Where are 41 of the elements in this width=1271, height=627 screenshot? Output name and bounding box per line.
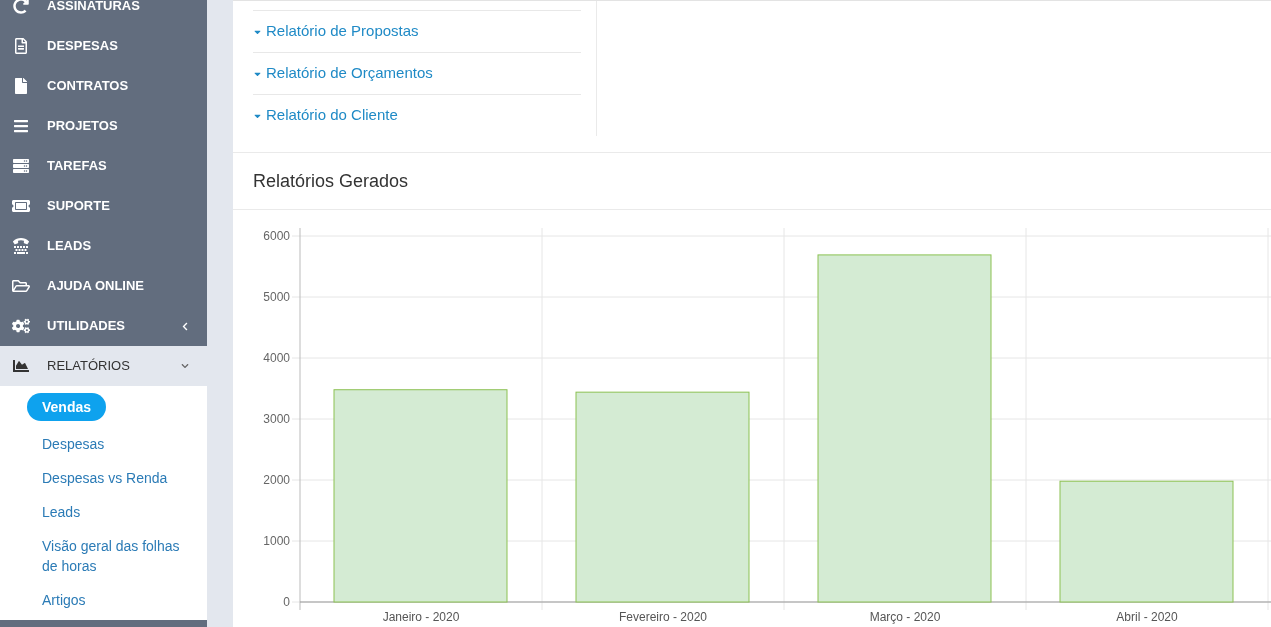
axis-category-label: Fevereiro - 2020 (619, 610, 707, 624)
sidebar-item[interactable]: CONTRATOS (0, 66, 207, 106)
report-link[interactable]: Relatório de Orçamentos (253, 52, 581, 94)
axis-tick-label: 3000 (263, 412, 290, 426)
folder-icon (12, 278, 30, 294)
sidebar-item[interactable]: PROJETOS (0, 106, 207, 146)
sidebar-item[interactable]: AJUDA ONLINE (0, 266, 207, 306)
sidebar-item[interactable]: UTILIDADES (0, 306, 207, 346)
document-icon (12, 38, 30, 54)
sidebar-item[interactable]: LEADS (0, 226, 207, 266)
axis-tick-label: 4000 (263, 351, 290, 365)
axis-tick-label: 6000 (263, 229, 290, 243)
axis-category-label: Abril - 2020 (1116, 610, 1178, 624)
sidebar-item[interactable]: RELATÓRIOS (0, 346, 207, 386)
ticket-icon (12, 198, 30, 214)
section-title: Relatórios Gerados (253, 169, 409, 193)
submenu-link[interactable]: Vendas (27, 393, 107, 421)
sidebar-item[interactable]: DESPESAS (0, 26, 207, 66)
refresh-icon (12, 0, 30, 14)
report-link[interactable]: Relatório do Cliente (253, 94, 581, 136)
area-chart-icon (12, 358, 30, 374)
server-icon (12, 158, 30, 174)
submenu-link[interactable]: Despesas vs Renda (27, 461, 197, 495)
axis-category-label: Março - 2020 (869, 610, 941, 624)
report-link[interactable]: Relatório de Propostas (253, 10, 581, 52)
submenu-link[interactable]: Visão geral das folhas de horas (27, 529, 197, 583)
phone-icon (12, 238, 30, 254)
submenu-link[interactable]: Leads (27, 495, 197, 529)
axis-tick-label: 1000 (263, 534, 290, 548)
file-icon (12, 78, 30, 94)
gears-icon (12, 318, 30, 334)
sidebar-item[interactable]: TAREFAS (0, 146, 207, 186)
menu-icon (12, 118, 30, 134)
axis-tick-label: 5000 (263, 290, 290, 304)
sidebar-item[interactable]: SUPORTE (0, 186, 207, 226)
axis-tick-label: 2000 (263, 473, 290, 487)
sidebar-item[interactable]: ASSINATURAS (0, 0, 207, 26)
submenu-link[interactable]: Artigos (27, 583, 197, 617)
submenu-link[interactable]: Despesas (27, 427, 197, 461)
axis-category-label: Janeiro - 2020 (382, 610, 460, 624)
axis-tick-label: 0 (283, 595, 290, 609)
